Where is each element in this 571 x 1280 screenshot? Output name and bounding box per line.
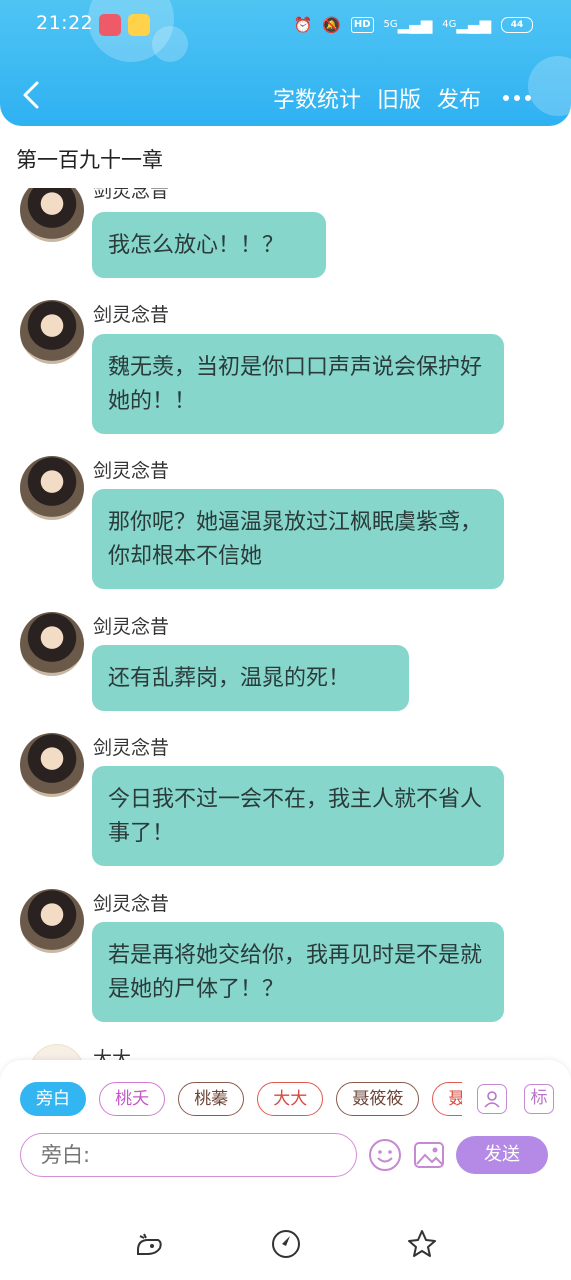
sender-name: 剑灵念昔: [93, 460, 170, 482]
message-bubble[interactable]: 今日我不过一会不在，我主人就不省人事了！: [92, 766, 504, 866]
role-selector[interactable]: 旁白 桃夭 桃蓁 大大 聂筱筱 聂: [20, 1082, 462, 1120]
chapter-title: 第一百九十一章: [16, 148, 163, 172]
sender-name: 剑灵念昔: [93, 893, 170, 915]
avatar[interactable]: [20, 612, 84, 676]
app-icon: [128, 14, 150, 36]
person-icon: [484, 1091, 500, 1108]
sender-name: 剑灵念昔: [93, 737, 170, 759]
avatar[interactable]: [30, 1044, 84, 1060]
sender-name: 剑灵念昔: [93, 304, 170, 326]
avatar[interactable]: [20, 733, 84, 797]
status-icons: ⏰ 🔕 HD 5G▂▄▆ 4G▂▄▆ 44: [293, 13, 533, 37]
character-manage-button[interactable]: [477, 1084, 507, 1114]
message-input[interactable]: [20, 1133, 357, 1177]
nav-bar: 字数统计 旧版 发布: [0, 66, 571, 126]
star-icon[interactable]: [406, 1228, 438, 1260]
image-icon[interactable]: [412, 1138, 446, 1172]
message-bubble[interactable]: 还有乱葬岗，温晁的死！: [92, 645, 409, 711]
avatar[interactable]: [20, 889, 84, 953]
avatar[interactable]: [20, 188, 84, 242]
status-bar: 21:22 ⏰ 🔕 HD 5G▂▄▆ 4G▂▄▆ 44: [0, 0, 571, 52]
message-list[interactable]: 剑灵念昔 我怎么放心！！？ 剑灵念昔 魏无羡，当初是你口口声声说会保护好她的！！…: [0, 188, 571, 1060]
role-chip[interactable]: 聂筱筱: [336, 1082, 420, 1116]
avatar[interactable]: [20, 456, 84, 520]
role-chip[interactable]: 聂: [432, 1082, 462, 1116]
old-version-button[interactable]: 旧版: [377, 82, 421, 114]
avatar[interactable]: [20, 300, 84, 364]
network-4g-label: 4G: [442, 19, 457, 30]
network-5g-label: 5G: [383, 19, 398, 30]
publish-button[interactable]: 发布: [437, 82, 481, 114]
header: 21:22 ⏰ 🔕 HD 5G▂▄▆ 4G▂▄▆ 44 字数统计 旧版 发布: [0, 0, 571, 126]
word-count-button[interactable]: 字数统计: [273, 82, 361, 114]
signal-4g-icon: 4G▂▄▆: [442, 16, 491, 34]
sender-name: 大大: [93, 1048, 132, 1060]
message-bubble[interactable]: 我怎么放心！！？: [92, 212, 326, 278]
bottom-toolbar: [0, 1210, 571, 1280]
send-button[interactable]: 发送: [456, 1136, 548, 1174]
sender-name: 剑灵念昔: [93, 616, 170, 638]
compass-icon[interactable]: [270, 1228, 302, 1260]
nav-actions: 字数统计 旧版 发布: [257, 82, 531, 114]
compose-panel: 旁白 桃夭 桃蓁 大大 聂筱筱 聂 标 发送: [0, 1060, 571, 1210]
tag-button[interactable]: 标: [524, 1084, 554, 1114]
hd-icon: HD: [350, 17, 374, 33]
role-chip[interactable]: 桃蓁: [178, 1082, 245, 1116]
status-time: 21:22: [36, 12, 94, 34]
role-chip[interactable]: 桃夭: [99, 1082, 166, 1116]
app-icon: [99, 14, 121, 36]
back-arrow-icon[interactable]: [20, 80, 44, 110]
more-menu-icon[interactable]: [503, 95, 531, 101]
message-bubble[interactable]: 那你呢？她逼温晁放过江枫眠虞紫鸢，你却根本不信她: [92, 489, 504, 589]
signal-5g-icon: 5G▂▄▆: [383, 16, 433, 34]
mute-icon: 🔕: [322, 16, 341, 34]
sender-name: 剑灵念昔: [93, 188, 170, 202]
alarm-icon: ⏰: [293, 16, 313, 34]
message-bubble[interactable]: 若是再将她交给你，我再见时是不是就是她的尸体了！？: [92, 922, 504, 1022]
mascot-icon[interactable]: [134, 1228, 166, 1260]
role-chip-narration[interactable]: 旁白: [20, 1082, 86, 1116]
role-chip[interactable]: 大大: [257, 1082, 324, 1116]
battery-icon: 44: [501, 17, 533, 33]
emoji-icon[interactable]: [368, 1138, 402, 1172]
message-bubble[interactable]: 魏无羡，当初是你口口声声说会保护好她的！！: [92, 334, 504, 434]
